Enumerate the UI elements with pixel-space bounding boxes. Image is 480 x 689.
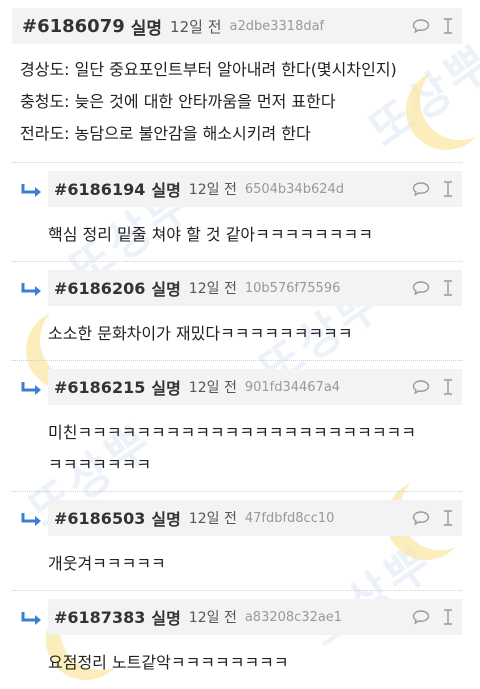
comment-actions [412,171,454,207]
reply-comment: #6186215 실명 12일 전 901fd34467a4 미친ㅋㅋㅋㅋㅋㅋㅋ… [0,369,480,492]
reply-arrow-icon [20,381,44,403]
comment-hash: 901fd34467a4 [244,379,341,395]
comment-actions [412,270,454,306]
comment-list: #6186079 실명 12일 전 a2dbe3318daf 경상도: 일단 중… [0,0,480,689]
comment-time: 12일 전 [188,281,237,297]
divider [12,360,462,361]
comment-line: 핵심 정리 밑줄 쳐야 할 것 같아ㅋㅋㅋㅋㅋㅋㅋㅋ [48,225,373,244]
comment-author: 실명 [151,280,181,299]
comment-id[interactable]: #6186079 [22,16,125,37]
comment-author: 실명 [130,18,163,39]
comment: #6186079 실명 12일 전 a2dbe3318daf 경상도: 일단 중… [0,8,480,163]
reply-arrow-icon [20,282,44,304]
comment-actions [412,8,454,44]
comment-header: #6186079 실명 12일 전 a2dbe3318daf [12,8,462,44]
comment-line: 개웃겨ㅋㅋㅋㅋㅋ [48,554,166,573]
comment-header: #6186215 실명 12일 전 901fd34467a4 [48,369,462,405]
comment-body: 핵심 정리 밑줄 쳐야 할 것 같아ㅋㅋㅋㅋㅋㅋㅋㅋ [0,207,480,261]
comment-line: ㅋㅋㅋㅋㅋㅋㅋ [48,455,152,474]
comment-hash: 6504b34b624d [244,181,345,197]
comment-line: 미친ㅋㅋㅋㅋㅋㅋㅋㅋㅋㅋㅋㅋㅋㅋㅋㅋㅋㅋㅋㅋㅋㅋㅋ [48,423,417,442]
divider [12,590,462,591]
comment-time: 12일 전 [188,182,237,198]
comment-id[interactable]: #6186194 [54,180,145,199]
text-cursor-icon[interactable] [442,180,454,198]
reply-arrow-icon [20,183,44,205]
comment-hash: 47fdbfd8cc10 [244,510,335,526]
comment-header: #6187383 실명 12일 전 a83208c32ae1 [48,599,462,635]
comment-line: 요점정리 노트같악ㅋㅋㅋㅋㅋㅋㅋㅋ [48,653,289,672]
comment-author: 실명 [151,181,181,200]
comment-id[interactable]: #6186206 [54,279,145,298]
speech-bubble-icon[interactable] [412,609,430,625]
divider [12,491,462,492]
text-cursor-icon[interactable] [442,17,454,35]
speech-bubble-icon[interactable] [412,510,430,526]
reply-comment: #6186503 실명 12일 전 47fdbfd8cc10 개웃겨ㅋㅋㅋㅋㅋ [0,500,480,591]
comment-body: 요점정리 노트같악ㅋㅋㅋㅋㅋㅋㅋㅋ [0,635,480,689]
speech-bubble-icon[interactable] [412,379,430,395]
text-cursor-icon[interactable] [442,608,454,626]
comment-actions [412,500,454,536]
reply-comment: #6186194 실명 12일 전 6504b34b624d 핵심 정리 밑줄 … [0,171,480,262]
text-cursor-icon[interactable] [442,279,454,297]
comment-time: 12일 전 [188,380,237,396]
comment-author: 실명 [151,379,181,398]
comment-id[interactable]: #6187383 [54,608,145,627]
comment-time: 12일 전 [188,511,237,527]
comment-body: 개웃겨ㅋㅋㅋㅋㅋ [0,536,480,590]
comment-time: 12일 전 [188,610,237,626]
comment-id[interactable]: #6186503 [54,509,145,528]
comment-line: 전라도: 농담으로 불안감을 해소시키려 한다 [20,124,311,143]
comment-hash: a2dbe3318daf [229,18,325,34]
reply-arrow-icon [20,611,44,633]
comment-line: 경상도: 일단 중요포인트부터 알아내려 한다(몇시차인지) [20,60,397,79]
comment-id[interactable]: #6186215 [54,378,145,397]
comment-line: 소소한 문화차이가 재밌다ㅋㅋㅋㅋㅋㅋㅋㅋㅋ [48,324,353,343]
comment-body: 미친ㅋㅋㅋㅋㅋㅋㅋㅋㅋㅋㅋㅋㅋㅋㅋㅋㅋㅋㅋㅋㅋㅋㅋ ㅋㅋㅋㅋㅋㅋㅋ [0,405,480,491]
divider [12,162,462,163]
comment-header: #6186503 실명 12일 전 47fdbfd8cc10 [48,500,462,536]
reply-comment: #6187383 실명 12일 전 a83208c32ae1 요점정리 노트같악… [0,599,480,689]
comment-actions [412,599,454,635]
reply-arrow-icon [20,512,44,534]
reply-comment: #6186206 실명 12일 전 10b576f75596 소소한 문화차이가… [0,270,480,361]
comment-author: 실명 [151,510,181,529]
text-cursor-icon[interactable] [442,378,454,396]
comment-author: 실명 [151,609,181,628]
comment-time: 12일 전 [170,17,222,36]
speech-bubble-icon[interactable] [412,18,430,34]
comment-hash: a83208c32ae1 [244,609,343,625]
divider [12,261,462,262]
comment-line: 충청도: 늦은 것에 대한 안타까움을 먼저 표한다 [20,92,336,111]
comment-header: #6186194 실명 12일 전 6504b34b624d [48,171,462,207]
comment-hash: 10b576f75596 [244,280,341,296]
comment-body: 경상도: 일단 중요포인트부터 알아내려 한다(몇시차인지) 충청도: 늦은 것… [0,44,480,162]
speech-bubble-icon[interactable] [412,280,430,296]
comment-header: #6186206 실명 12일 전 10b576f75596 [48,270,462,306]
text-cursor-icon[interactable] [442,509,454,527]
speech-bubble-icon[interactable] [412,181,430,197]
comment-actions [412,369,454,405]
comment-body: 소소한 문화차이가 재밌다ㅋㅋㅋㅋㅋㅋㅋㅋㅋ [0,306,480,360]
